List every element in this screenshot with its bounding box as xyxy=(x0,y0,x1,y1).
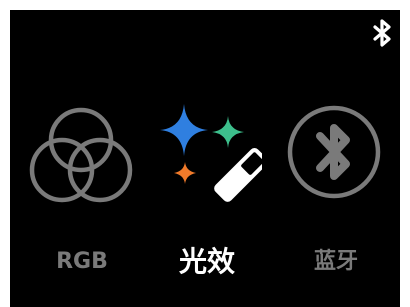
bluetooth-mode-label[interactable]: 蓝牙 xyxy=(294,242,378,282)
bluetooth-mode-button[interactable] xyxy=(284,104,394,216)
effects-mode-label[interactable]: 光效 xyxy=(162,242,252,282)
green-sparkle-icon xyxy=(212,116,244,148)
rgb-mode-button[interactable] xyxy=(26,104,136,216)
rgb-mode-label[interactable]: RGB xyxy=(40,242,124,282)
orange-sparkle-icon xyxy=(174,162,196,184)
sparkle-wand-icon xyxy=(160,104,262,202)
bluetooth-circle-icon xyxy=(287,105,381,199)
magic-wand-icon xyxy=(214,148,262,202)
effects-mode-button[interactable] xyxy=(152,104,262,216)
blue-sparkle-icon xyxy=(160,104,208,156)
rgb-circles-icon xyxy=(29,107,133,203)
device-screen: RGB 光效 蓝牙 xyxy=(10,10,400,307)
bluetooth-icon xyxy=(373,19,391,47)
